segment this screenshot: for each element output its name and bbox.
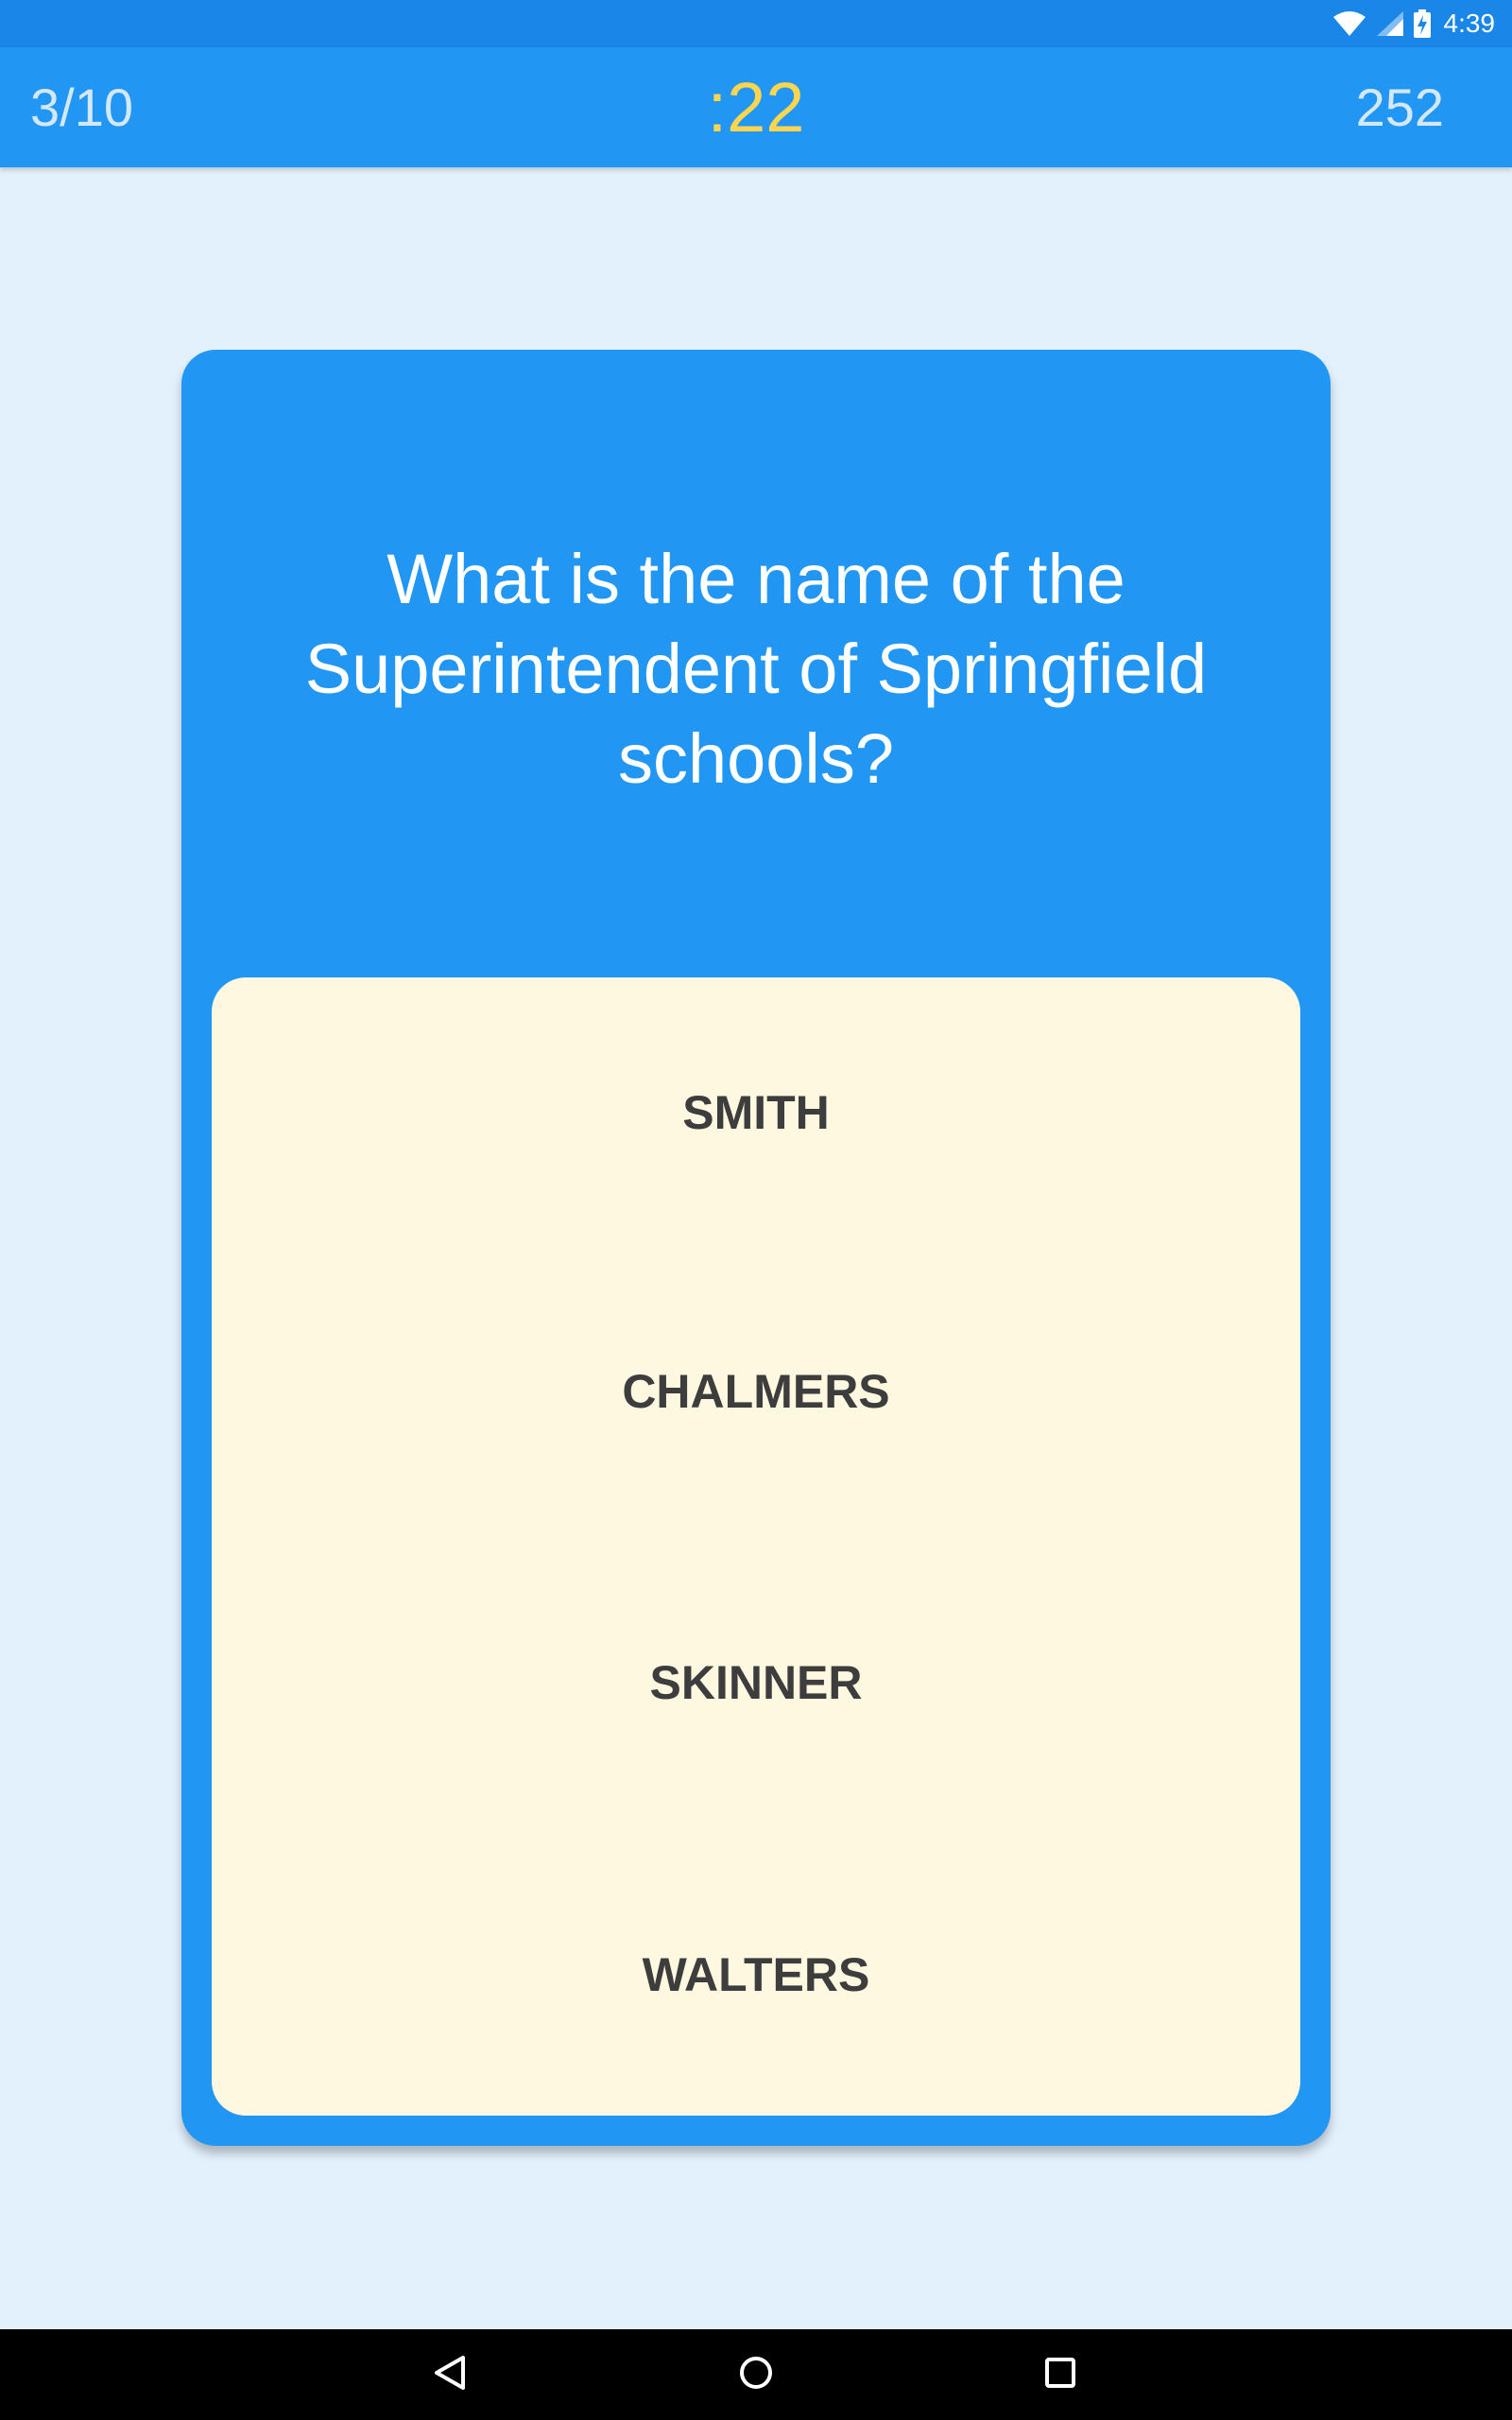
back-button[interactable] xyxy=(421,2346,478,2403)
answer-option[interactable]: SKINNER xyxy=(212,1612,1300,1754)
wifi-icon xyxy=(1332,10,1366,37)
answer-option[interactable]: CHALMERS xyxy=(212,1321,1300,1462)
answer-option[interactable]: SMITH xyxy=(212,1042,1300,1184)
recents-button[interactable] xyxy=(1032,2346,1089,2403)
home-icon xyxy=(737,2354,775,2396)
quiz-header: 3/10 :22 252 xyxy=(0,47,1512,167)
status-time: 4:39 xyxy=(1443,9,1496,38)
battery-charging-icon xyxy=(1413,9,1431,38)
question-text: What is the name of the Superintendent o… xyxy=(304,540,1208,798)
home-button[interactable] xyxy=(728,2346,784,2403)
countdown-timer: :22 xyxy=(707,68,805,147)
answer-option[interactable]: WALTERS xyxy=(212,1904,1300,2046)
cell-signal-icon xyxy=(1376,10,1404,37)
back-icon xyxy=(433,2354,467,2396)
answers-panel: SMITH CHALMERS SKINNER WALTERS xyxy=(212,977,1300,2116)
status-icons: 4:39 xyxy=(1332,0,1496,47)
status-bar: 4:39 xyxy=(0,0,1512,47)
question-card: What is the name of the Superintendent o… xyxy=(181,350,1331,2146)
score: 252 xyxy=(1355,78,1444,137)
navigation-bar xyxy=(0,2329,1512,2420)
recents-icon xyxy=(1043,2356,1077,2394)
